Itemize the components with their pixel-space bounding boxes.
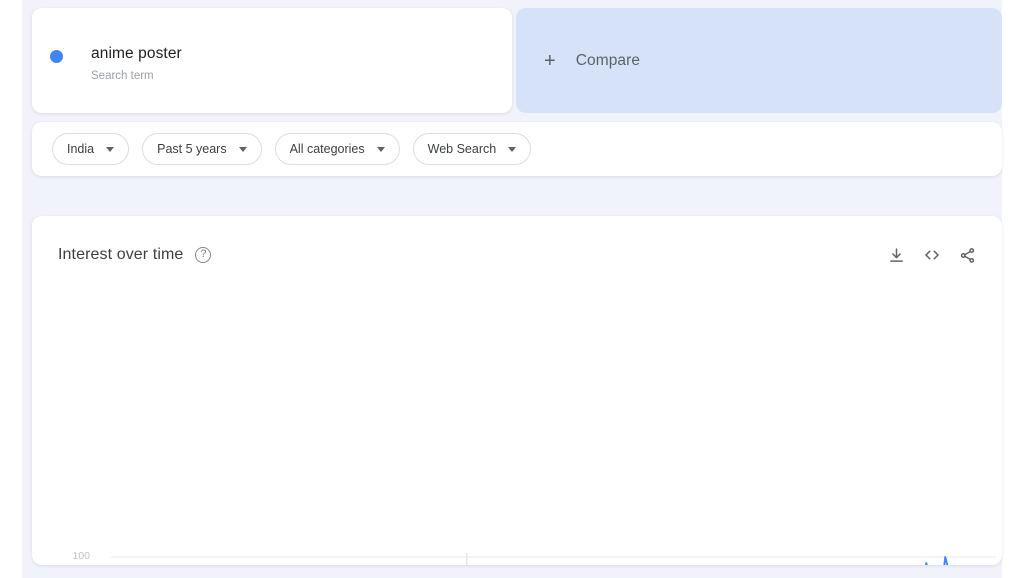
chevron-down-icon: [376, 146, 385, 152]
compare-label: Compare: [575, 51, 641, 69]
y-axis-tick: 100: [72, 550, 90, 562]
search-terms-row: anime poster Search term + Compare: [32, 8, 1002, 113]
category-filter[interactable]: All categories: [274, 133, 400, 165]
compare-inner: + Compare: [544, 8, 640, 113]
region-filter-label: India: [67, 142, 95, 156]
category-filter-label: All categories: [289, 142, 365, 156]
search-term-inner: anime poster Search term: [50, 44, 182, 83]
search-term-text: anime poster Search term: [91, 44, 182, 83]
plus-icon: +: [544, 49, 556, 72]
time-filter[interactable]: Past 5 years: [142, 133, 262, 165]
search-type-filter-label: Web Search: [427, 142, 497, 156]
search-term-title: anime poster: [91, 45, 182, 62]
filter-bar: India Past 5 years All categories Web Se…: [32, 122, 1002, 176]
search-term-subtitle: Search term: [91, 70, 154, 82]
page-root: anime poster Search term + Compare India…: [0, 0, 1024, 578]
time-filter-label: Past 5 years: [157, 142, 227, 156]
trends-line-chart[interactable]: [32, 216, 1002, 565]
compare-button[interactable]: + Compare: [516, 8, 1002, 113]
region-filter[interactable]: India: [52, 133, 130, 165]
search-term-card[interactable]: anime poster Search term: [32, 8, 512, 113]
interest-over-time-card: Interest over time ? 100: [32, 216, 1002, 565]
chevron-down-icon: [508, 146, 517, 152]
chevron-down-icon: [238, 146, 247, 152]
search-type-filter[interactable]: Web Search: [412, 133, 532, 165]
series-color-dot-icon: [50, 50, 63, 63]
chart-plot-area: 100755025 Feb 2, 2020Aug 8, 2021Feb 12, …: [32, 216, 1002, 565]
chevron-down-icon: [106, 146, 115, 152]
